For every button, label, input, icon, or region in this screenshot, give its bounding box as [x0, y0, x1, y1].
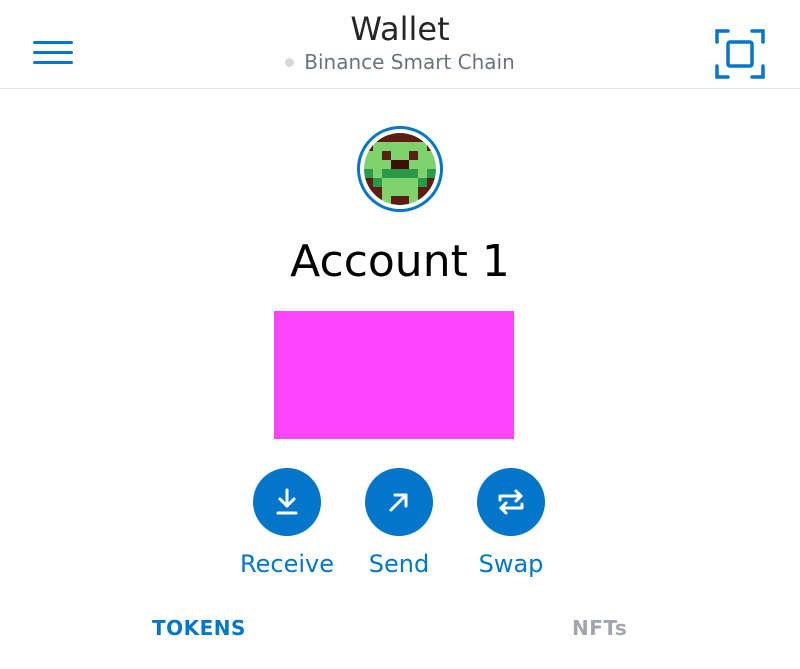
- identicon-pixel: [373, 196, 382, 205]
- identicon-pixel: [418, 169, 427, 178]
- identicon-pixel: [364, 196, 373, 205]
- asset-tabs: TOKENS NFTs: [0, 606, 800, 656]
- identicon-pixel: [391, 178, 400, 187]
- identicon-pixel: [418, 178, 427, 187]
- network-name: Binance Smart Chain: [304, 50, 515, 74]
- identicon-pixel: [373, 142, 382, 151]
- receive-label: Receive: [240, 550, 334, 578]
- identicon-pixel: [373, 187, 382, 196]
- identicon-pixel: [409, 151, 418, 160]
- identicon-pixel: [400, 133, 409, 142]
- identicon-pixel: [427, 133, 436, 142]
- receive-button[interactable]: [253, 468, 321, 536]
- identicon-pixel: [364, 160, 373, 169]
- identicon-pixel: [400, 142, 409, 151]
- send-button[interactable]: [365, 468, 433, 536]
- identicon-pixel: [373, 169, 382, 178]
- identicon-pixel: [391, 187, 400, 196]
- page-title: Wallet: [350, 10, 450, 48]
- identicon-pixel: [409, 196, 418, 205]
- identicon-pixel: [382, 151, 391, 160]
- identicon-pixel: [391, 160, 400, 169]
- identicon-pixel: [382, 133, 391, 142]
- network-status-dot: [285, 57, 295, 67]
- identicon-pixel: [427, 196, 436, 205]
- scan-button[interactable]: [714, 28, 766, 80]
- identicon-pixel: [400, 160, 409, 169]
- identicon-pixel: [364, 169, 373, 178]
- identicon-pixel: [400, 169, 409, 178]
- identicon-pixel: [364, 133, 373, 142]
- receive-action[interactable]: Receive: [227, 468, 347, 578]
- account-avatar[interactable]: [357, 126, 443, 212]
- send-action[interactable]: Send: [339, 468, 459, 578]
- identicon-pixel: [391, 133, 400, 142]
- redacted-balance-block: [274, 311, 514, 439]
- identicon-pixel: [364, 142, 373, 151]
- identicon-pixel: [418, 142, 427, 151]
- identicon-pixel: [418, 133, 427, 142]
- swap-action[interactable]: Swap: [451, 468, 571, 578]
- identicon-pixel: [427, 178, 436, 187]
- identicon-pixel: [409, 169, 418, 178]
- header-title-area: Wallet Binance Smart Chain: [200, 8, 600, 74]
- identicon-image: [364, 133, 436, 205]
- identicon-pixel: [400, 196, 409, 205]
- identicon-pixel: [373, 178, 382, 187]
- identicon-pixel: [427, 187, 436, 196]
- identicon-pixel: [382, 196, 391, 205]
- account-name[interactable]: Account 1: [200, 232, 600, 292]
- app-header: Wallet Binance Smart Chain: [0, 0, 800, 89]
- menu-button[interactable]: [30, 34, 76, 72]
- identicon-pixel: [409, 187, 418, 196]
- identicon-pixel: [391, 142, 400, 151]
- identicon-pixel: [427, 142, 436, 151]
- identicon-pixel: [373, 160, 382, 169]
- identicon-pixel: [373, 151, 382, 160]
- identicon-pixel: [400, 178, 409, 187]
- identicon-pixel: [364, 178, 373, 187]
- identicon-pixel: [427, 169, 436, 178]
- network-selector[interactable]: Binance Smart Chain: [200, 50, 600, 74]
- swap-button[interactable]: [477, 468, 545, 536]
- identicon-pixel: [418, 187, 427, 196]
- hamburger-menu-icon: [33, 41, 73, 44]
- swap-arrows-icon: [498, 489, 524, 515]
- identicon-pixel: [409, 142, 418, 151]
- identicon-pixel: [418, 196, 427, 205]
- identicon-pixel: [382, 178, 391, 187]
- identicon-pixel: [391, 151, 400, 160]
- identicon-pixel: [382, 187, 391, 196]
- identicon-pixel: [382, 160, 391, 169]
- identicon-pixel: [373, 133, 382, 142]
- identicon-pixel: [364, 187, 373, 196]
- tab-nfts[interactable]: NFTs: [572, 616, 627, 640]
- identicon-pixel: [418, 151, 427, 160]
- identicon-pixel: [427, 160, 436, 169]
- identicon-pixel: [409, 160, 418, 169]
- identicon-pixel: [364, 151, 373, 160]
- arrow-up-right-icon: [389, 493, 408, 512]
- download-arrow-icon: [276, 488, 298, 515]
- identicon-pixel: [400, 151, 409, 160]
- send-label: Send: [368, 550, 430, 578]
- identicon-pixel: [409, 133, 418, 142]
- identicon-pixel: [391, 169, 400, 178]
- identicon-pixel: [391, 196, 400, 205]
- identicon-pixel: [409, 178, 418, 187]
- identicon-pixel: [418, 160, 427, 169]
- identicon-pixel: [427, 151, 436, 160]
- identicon-pixel: [382, 169, 391, 178]
- qr-scan-icon: [715, 29, 765, 79]
- identicon-pixel: [382, 142, 391, 151]
- identicon-pixel: [400, 187, 409, 196]
- tab-tokens[interactable]: TOKENS: [152, 616, 246, 640]
- swap-label: Swap: [478, 550, 544, 578]
